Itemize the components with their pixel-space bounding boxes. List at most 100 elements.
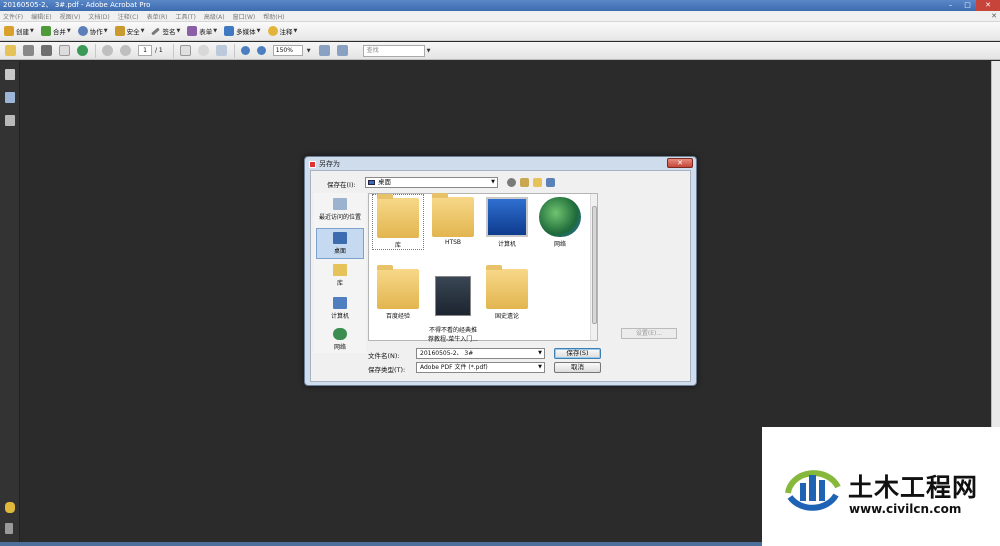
zoom-in-icon[interactable] <box>256 46 266 55</box>
file-item-htsb[interactable]: HTSB <box>427 193 479 246</box>
file-item-guoshi[interactable]: 国史遗论 <box>481 265 533 320</box>
open-folder-icon[interactable] <box>5 45 16 56</box>
file-list-scrollbar[interactable] <box>590 194 597 340</box>
secure-button[interactable]: 安全 ▼ <box>114 26 145 36</box>
network-icon <box>333 328 347 340</box>
shortcut-folder-icon <box>486 265 528 309</box>
chevron-down-icon[interactable]: ▼ <box>307 48 311 54</box>
close-window-button[interactable]: ✕ <box>976 0 1000 11</box>
maximize-button[interactable]: □ <box>959 0 976 11</box>
email-icon[interactable] <box>59 45 70 56</box>
fit-page-icon[interactable] <box>318 45 330 56</box>
place-library[interactable]: 库 <box>316 261 364 292</box>
pages-icon[interactable] <box>5 69 15 80</box>
marquee-zoom-icon[interactable] <box>215 45 227 56</box>
back-icon[interactable] <box>507 178 516 187</box>
chevron-down-icon: ▼ <box>491 179 495 185</box>
attachments-icon[interactable] <box>5 523 13 534</box>
view-menu-icon[interactable] <box>546 178 555 187</box>
pdf-file-icon <box>435 276 471 316</box>
file-item-computer[interactable]: 计算机 <box>481 194 533 248</box>
chevron-down-icon: ▼ <box>176 28 181 34</box>
place-network[interactable]: 网络 <box>316 325 364 356</box>
filetype-label: 保存类型(T): <box>368 366 406 374</box>
file-item-baidu[interactable]: 百度经验 <box>372 265 424 320</box>
cancel-button[interactable]: 取消 <box>554 362 601 373</box>
menu-document[interactable]: 文档(D) <box>88 12 109 21</box>
collaborate-button[interactable]: 协作 ▼ <box>77 26 108 36</box>
comments-icon[interactable] <box>5 502 15 513</box>
page-total: / 1 <box>155 47 163 54</box>
multimedia-icon <box>224 26 235 36</box>
combine-button[interactable]: 合并 ▼ <box>40 26 71 36</box>
filename-input[interactable]: 20160505-2、 3# ▼ <box>416 348 545 359</box>
menu-tools[interactable]: 工具(T) <box>175 12 195 21</box>
multimedia-button[interactable]: 多媒体 ▼ <box>224 26 261 36</box>
file-item-library[interactable]: 库 <box>372 194 424 250</box>
file-item-tutorial-pdf[interactable]: 不得不看的经典推 荐教程-菜牛入门... <box>425 266 481 343</box>
chevron-down-icon: ▼ <box>213 28 218 34</box>
print-icon[interactable] <box>23 45 34 56</box>
page-number-input[interactable]: 1 <box>138 45 152 56</box>
menu-advanced[interactable]: 高级(A) <box>204 12 225 21</box>
civilcn-logo-icon <box>785 470 841 511</box>
settings-button[interactable]: 设置(E)... <box>621 328 677 339</box>
save-icon[interactable] <box>41 45 52 56</box>
file-list[interactable]: 库 HTSB 计算机 网络 百度经验 不得不看的经典推 荐教程-菜牛入门... <box>368 193 598 343</box>
pen-icon <box>151 26 161 36</box>
toolbar-divider <box>172 43 174 58</box>
window-controls: – □ ✕ <box>942 0 1000 11</box>
menu-view[interactable]: 视图(V) <box>60 12 81 21</box>
menu-file[interactable]: 文件(F) <box>3 12 23 21</box>
scrollbar-thumb[interactable] <box>592 206 597 324</box>
document-close-icon[interactable]: ✕ <box>991 11 997 22</box>
collaborate-icon <box>77 26 88 36</box>
place-desktop[interactable]: 桌面 <box>316 228 364 259</box>
forms-button[interactable]: 表单 ▼ <box>187 26 217 36</box>
folder-nav-tools <box>507 178 559 187</box>
place-recent[interactable]: 最近访问的位置 <box>316 195 364 226</box>
fit-width-icon[interactable] <box>336 45 348 56</box>
dialog-close-button[interactable]: ✕ <box>667 158 693 168</box>
toolbar-divider <box>95 43 96 58</box>
comment-button[interactable]: 注释 ▼ <box>267 26 297 36</box>
minimize-button[interactable]: – <box>942 0 959 11</box>
folder-icon <box>377 265 419 309</box>
watermark-title: 土木工程网 <box>848 473 979 502</box>
sign-button[interactable]: 签名 ▼ <box>151 26 180 36</box>
hand-tool-icon[interactable] <box>197 45 209 56</box>
zoom-level-input[interactable]: 150% <box>272 45 303 56</box>
menu-help[interactable]: 帮助(H) <box>263 12 284 21</box>
chevron-down-icon[interactable]: ▼ <box>427 48 431 54</box>
create-button[interactable]: 创建 ▼ <box>4 26 34 36</box>
menu-edit[interactable]: 编辑(E) <box>31 12 51 21</box>
previous-page-icon[interactable] <box>102 45 113 56</box>
file-item-network[interactable]: 网络 <box>534 194 586 248</box>
computer-icon <box>486 197 528 237</box>
filetype-select[interactable]: Adobe PDF 文件 (*.pdf) ▼ <box>416 362 545 373</box>
save-as-dialog: 另存为 ✕ 保存在(I): 桌面 ▼ 最近访问的位置 桌面 库 计算机 网络 库… <box>304 156 697 386</box>
acrobat-icon <box>309 160 316 168</box>
chevron-down-icon: ▼ <box>140 28 145 34</box>
signatures-icon[interactable] <box>5 115 15 126</box>
save-button[interactable]: 保存(S) <box>554 348 601 359</box>
up-folder-icon[interactable] <box>520 178 529 187</box>
save-in-label: 保存在(I): <box>327 181 356 189</box>
menu-window[interactable]: 窗口(W) <box>233 12 256 21</box>
menu-bar: 文件(F) 编辑(E) 视图(V) 文档(D) 注释(C) 表单(R) 工具(T… <box>0 11 1000 22</box>
chevron-down-icon[interactable]: ▼ <box>538 349 542 358</box>
menu-comments[interactable]: 注释(C) <box>118 12 139 21</box>
navigation-panel <box>0 61 20 542</box>
select-cursor-icon[interactable] <box>179 45 191 56</box>
desktop-icon <box>368 180 375 185</box>
share-icon[interactable] <box>77 45 88 56</box>
save-in-select[interactable]: 桌面 ▼ <box>365 177 498 188</box>
new-folder-icon[interactable] <box>533 178 542 187</box>
find-input[interactable]: 查找 <box>362 44 425 57</box>
bookmarks-icon[interactable] <box>5 92 15 103</box>
place-computer[interactable]: 计算机 <box>316 294 364 325</box>
library-icon <box>333 264 347 276</box>
next-page-icon[interactable] <box>120 45 131 56</box>
menu-forms[interactable]: 表单(R) <box>147 12 168 21</box>
zoom-out-icon[interactable] <box>240 46 250 55</box>
